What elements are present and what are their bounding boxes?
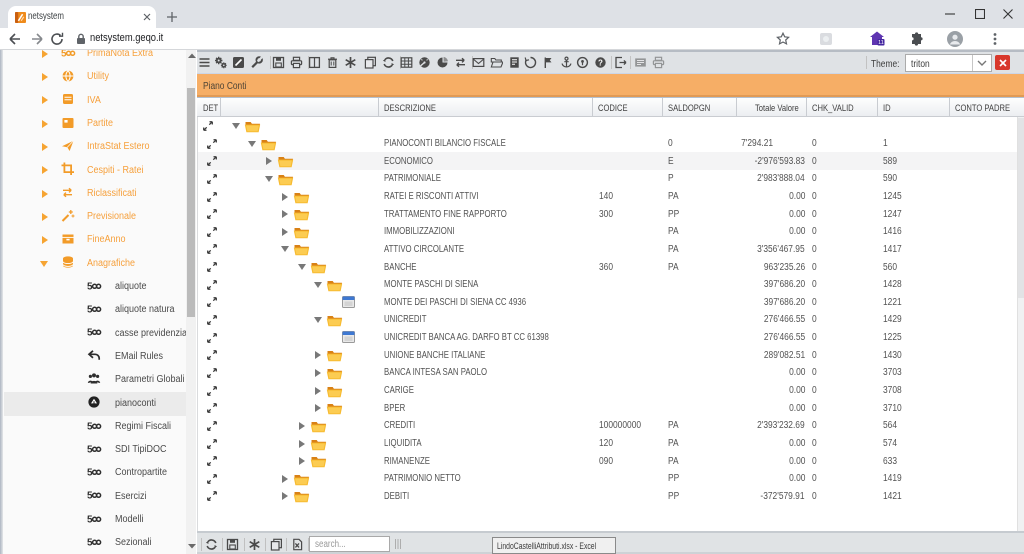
svg-text:11: 11: [878, 40, 884, 46]
svg-text:5: 5: [61, 50, 67, 59]
svg-text:?: ?: [598, 58, 603, 67]
